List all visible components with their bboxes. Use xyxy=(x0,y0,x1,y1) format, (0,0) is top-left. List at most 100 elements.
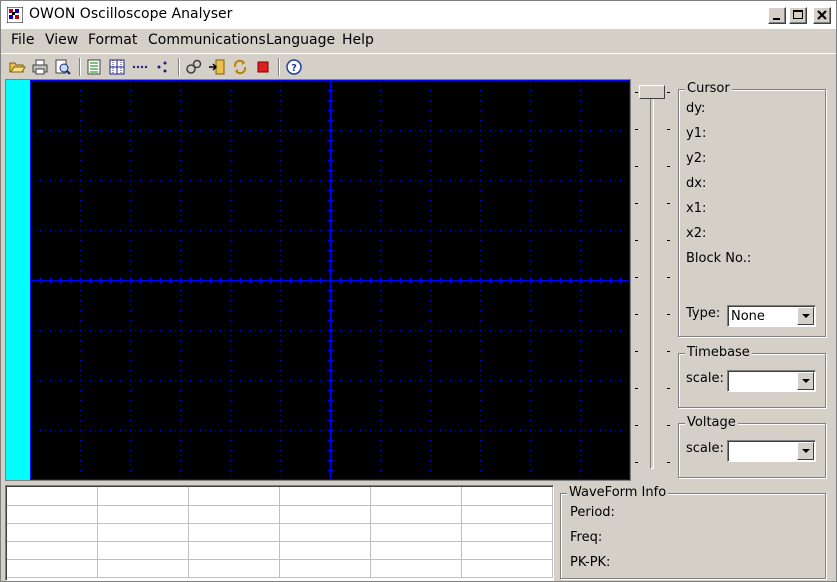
table-cell[interactable] xyxy=(188,541,281,560)
table-row[interactable] xyxy=(7,505,553,524)
timebase-scale-select[interactable] xyxy=(727,370,816,392)
table-cell[interactable] xyxy=(188,559,281,578)
stop-icon[interactable] xyxy=(254,58,272,76)
slider-tick xyxy=(667,314,670,315)
table-row[interactable] xyxy=(7,523,553,542)
cursor-y1-label: y1: xyxy=(686,126,707,141)
table-cell[interactable] xyxy=(188,505,281,524)
timebase-panel: Timebase scale: xyxy=(678,345,826,408)
table-cell[interactable] xyxy=(7,505,99,524)
voltage-scale-label: scale: xyxy=(686,441,724,456)
table-row[interactable] xyxy=(7,559,553,578)
slider-tick xyxy=(667,425,670,426)
channel-strip xyxy=(6,80,30,480)
table-cell[interactable] xyxy=(370,523,463,542)
table-cell[interactable] xyxy=(7,541,99,560)
list-view-icon[interactable] xyxy=(85,58,103,76)
maximize-button[interactable] xyxy=(789,7,807,24)
cursor-panel: Cursor dy: y1: y2: dx: x1: x2: Block No.… xyxy=(678,81,826,337)
cursor-x2-label: x2: xyxy=(686,226,707,241)
scope-grid xyxy=(30,80,630,480)
table-cell[interactable] xyxy=(188,523,281,542)
table-cell[interactable] xyxy=(370,505,463,524)
vertical-slider[interactable] xyxy=(631,79,676,481)
cursor-y2-label: y2: xyxy=(686,151,707,166)
table-cell[interactable] xyxy=(97,559,190,578)
grid-icon[interactable] xyxy=(108,58,126,76)
import-icon[interactable] xyxy=(208,58,226,76)
table-cell[interactable] xyxy=(461,523,553,542)
minimize-button[interactable] xyxy=(768,7,786,24)
cursor-type-value: None xyxy=(731,309,765,324)
toolbar-separator xyxy=(178,58,180,76)
cursor-dy-label: dy: xyxy=(686,101,706,116)
slider-tick xyxy=(667,129,670,130)
table-cell[interactable] xyxy=(370,541,463,560)
dotted-line-icon[interactable] xyxy=(131,58,149,76)
menu-file[interactable]: File xyxy=(11,32,34,48)
table-cell[interactable] xyxy=(97,523,190,542)
table-cell[interactable] xyxy=(279,487,372,506)
table-cell[interactable] xyxy=(461,505,553,524)
slider-tick xyxy=(635,166,638,167)
close-icon xyxy=(817,10,827,20)
menu-format[interactable]: Format xyxy=(88,32,137,48)
menu-communications[interactable]: Communications xyxy=(148,32,266,48)
waveform-info-title: WaveForm Info xyxy=(567,485,669,500)
chevron-down-icon xyxy=(802,379,810,383)
table-cell[interactable] xyxy=(7,523,99,542)
waveform-info-panel: WaveForm Info Period: Freq: PK-PK: xyxy=(560,485,826,579)
dropdown-button[interactable] xyxy=(797,372,814,390)
chevron-down-icon xyxy=(802,449,810,453)
table-cell[interactable] xyxy=(279,541,372,560)
table-cell[interactable] xyxy=(97,505,190,524)
slider-thumb[interactable] xyxy=(639,85,665,99)
table-cell[interactable] xyxy=(279,523,372,542)
toolbar: ? xyxy=(1,53,836,79)
oscilloscope-screen[interactable] xyxy=(5,79,631,481)
dropdown-button[interactable] xyxy=(797,307,814,325)
voltage-panel: Voltage scale: xyxy=(678,415,826,478)
title-bar[interactable]: OWON Oscilloscope Analyser xyxy=(1,1,836,29)
data-grid[interactable] xyxy=(5,485,554,581)
window-title: OWON Oscilloscope Analyser xyxy=(29,6,233,22)
table-cell[interactable] xyxy=(461,541,553,560)
table-cell[interactable] xyxy=(97,541,190,560)
cursor-block-no-label: Block No.: xyxy=(686,251,752,266)
table-cell[interactable] xyxy=(279,505,372,524)
maximize-icon xyxy=(793,10,803,19)
table-cell[interactable] xyxy=(461,487,553,506)
cursor-type-select[interactable]: None xyxy=(727,305,816,327)
menu-view[interactable]: View xyxy=(45,32,78,48)
table-cell[interactable] xyxy=(97,487,190,506)
help-icon[interactable]: ? xyxy=(285,58,303,76)
refresh-icon[interactable] xyxy=(231,58,249,76)
slider-tick xyxy=(635,388,638,389)
table-cell[interactable] xyxy=(461,559,553,578)
table-cell[interactable] xyxy=(7,487,99,506)
print-icon[interactable] xyxy=(31,58,49,76)
table-cell[interactable] xyxy=(370,559,463,578)
connect-icon[interactable] xyxy=(185,58,203,76)
menu-language[interactable]: Language xyxy=(266,32,335,48)
scatter-icon[interactable] xyxy=(154,58,172,76)
waveform-period-label: Period: xyxy=(570,505,615,520)
close-button[interactable] xyxy=(813,7,831,24)
table-cell[interactable] xyxy=(188,487,281,506)
slider-tick xyxy=(667,166,670,167)
dropdown-button[interactable] xyxy=(797,442,814,460)
slider-tick xyxy=(635,351,638,352)
table-row[interactable] xyxy=(7,487,553,506)
menu-help[interactable]: Help xyxy=(342,32,374,48)
table-cell[interactable] xyxy=(370,487,463,506)
slider-tick xyxy=(667,203,670,204)
voltage-scale-select[interactable] xyxy=(727,440,816,462)
slider-tick xyxy=(635,92,638,93)
menu-bar: File View Format Communications Language… xyxy=(1,29,836,51)
table-cell[interactable] xyxy=(279,559,372,578)
table-cell[interactable] xyxy=(7,559,99,578)
open-folder-icon[interactable] xyxy=(8,58,26,76)
print-preview-icon[interactable] xyxy=(54,58,72,76)
slider-tick xyxy=(667,462,670,463)
table-row[interactable] xyxy=(7,541,553,560)
